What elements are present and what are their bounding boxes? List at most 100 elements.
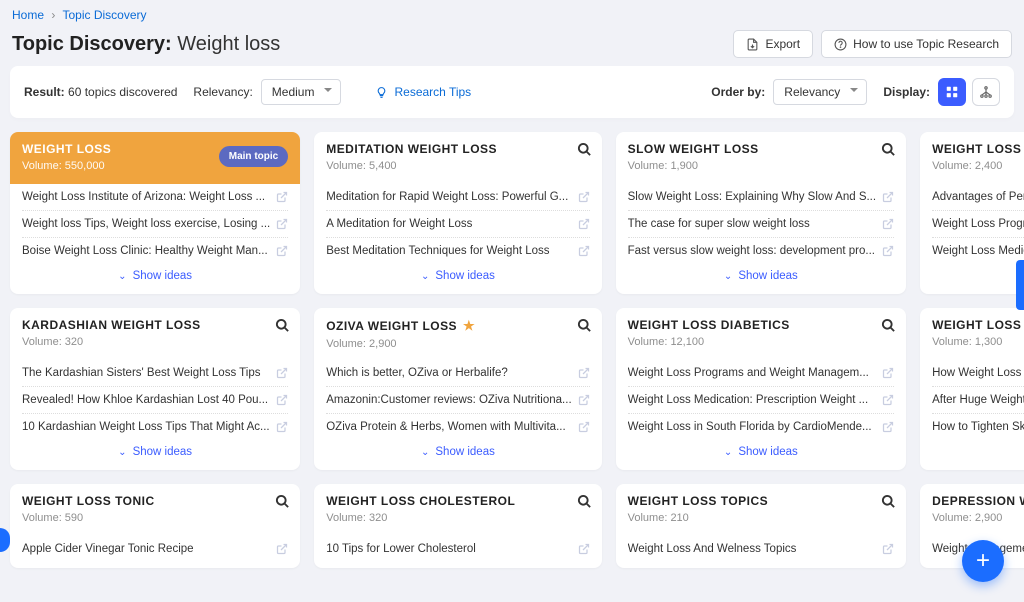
external-link-icon[interactable] xyxy=(276,421,288,433)
external-link-icon[interactable] xyxy=(882,421,894,433)
article-item[interactable]: 10 Tips for Lower Cholesterol xyxy=(326,536,589,562)
export-button[interactable]: Export xyxy=(733,30,813,58)
article-item[interactable]: A Meditation for Weight Loss xyxy=(326,211,589,238)
chevron-down-icon: ⌄ xyxy=(724,447,732,458)
article-item[interactable]: Advantages of Percent Weight Loss as a M… xyxy=(932,184,1024,211)
external-link-icon[interactable] xyxy=(882,191,894,203)
search-icon[interactable] xyxy=(577,142,592,157)
topic-card: WEIGHT LOSS TONICVolume: 590Apple Cider … xyxy=(10,484,300,568)
external-link-icon[interactable] xyxy=(578,421,590,433)
side-feedback-tab[interactable] xyxy=(1016,260,1024,310)
chevron-down-icon: ⌄ xyxy=(724,271,732,282)
article-item[interactable]: Weight Loss Programs and Weight Managem.… xyxy=(932,211,1024,238)
article-item[interactable]: Weight loss Tips, Weight loss exercise, … xyxy=(22,211,288,238)
page-title: Topic Discovery: Weight loss xyxy=(12,33,280,56)
article-item[interactable]: Slow Weight Loss: Explaining Why Slow An… xyxy=(628,184,894,211)
relevancy-select[interactable]: Medium xyxy=(261,79,342,105)
external-link-icon[interactable] xyxy=(578,218,590,230)
topic-card: KARDASHIAN WEIGHT LOSSVolume: 320The Kar… xyxy=(10,308,300,470)
search-icon[interactable] xyxy=(577,318,592,333)
external-link-icon[interactable] xyxy=(276,543,288,555)
breadcrumb-home[interactable]: Home xyxy=(12,8,44,22)
article-item[interactable]: Weight Loss in South Florida by CardioMe… xyxy=(628,414,894,440)
research-tips-link[interactable]: Research Tips xyxy=(375,85,471,99)
search-icon[interactable] xyxy=(881,318,896,333)
external-link-icon[interactable] xyxy=(578,245,590,257)
help-icon xyxy=(834,38,847,51)
export-icon xyxy=(746,38,759,51)
article-item[interactable]: OZiva Protein & Herbs, Women with Multiv… xyxy=(326,414,589,440)
show-ideas-link[interactable]: ⌄Show ideas xyxy=(920,446,1024,470)
search-icon[interactable] xyxy=(881,494,896,509)
search-icon[interactable] xyxy=(275,318,290,333)
external-link-icon[interactable] xyxy=(578,543,590,555)
topic-volume: Volume: 1,300 xyxy=(932,336,1024,348)
topic-volume: Volume: 5,400 xyxy=(326,160,589,172)
show-ideas-link[interactable]: ⌄Show ideas xyxy=(616,446,906,470)
article-item[interactable]: Apple Cider Vinegar Tonic Recipe xyxy=(22,536,288,562)
article-item[interactable]: Meditation for Rapid Weight Loss: Powerf… xyxy=(326,184,589,211)
orderby-select[interactable]: Relevancy xyxy=(773,79,867,105)
topic-title: WEIGHT LOSS SKIN xyxy=(932,318,1024,332)
article-item[interactable]: Revealed! How Khloe Kardashian Lost 40 P… xyxy=(22,387,288,414)
external-link-icon[interactable] xyxy=(882,543,894,555)
article-item[interactable]: Weight Loss Medication: Prescription Wei… xyxy=(628,387,894,414)
show-ideas-link[interactable]: ⌄Show ideas xyxy=(314,270,601,294)
show-ideas-link[interactable]: ⌄Show ideas xyxy=(616,270,906,294)
article-item[interactable]: Boise Weight Loss Clinic: Healthy Weight… xyxy=(22,238,288,264)
article-item[interactable]: How to Tighten Skin After Weight Loss xyxy=(932,414,1024,440)
external-link-icon[interactable] xyxy=(578,394,590,406)
external-link-icon[interactable] xyxy=(276,191,288,203)
external-link-icon[interactable] xyxy=(578,367,590,379)
external-link-icon[interactable] xyxy=(882,394,894,406)
article-item[interactable]: 10 Kardashian Weight Loss Tips That Migh… xyxy=(22,414,288,440)
search-icon[interactable] xyxy=(881,142,896,157)
article-item[interactable]: Amazonin:Customer reviews: OZiva Nutriti… xyxy=(326,387,589,414)
topic-title: DEPRESSION WEIGHT LOSS xyxy=(932,494,1024,508)
tree-view-button[interactable] xyxy=(972,78,1000,106)
article-item[interactable]: Weight Loss Institute of Arizona: Weight… xyxy=(22,184,288,211)
external-link-icon[interactable] xyxy=(276,367,288,379)
external-link-icon[interactable] xyxy=(276,394,288,406)
article-item[interactable]: Weight Loss And Welness Topics xyxy=(628,536,894,562)
external-link-icon[interactable] xyxy=(882,245,894,257)
article-item[interactable]: How Weight Loss Affects Your Skin xyxy=(932,360,1024,387)
topic-card: WEIGHT LOSS CHOLESTEROLVolume: 32010 Tip… xyxy=(314,484,601,568)
article-item[interactable]: Fast versus slow weight loss: developmen… xyxy=(628,238,894,264)
star-icon: ★ xyxy=(463,318,475,334)
topic-card: SLOW WEIGHT LOSS Volume: 1,900 Slow Weight… xyxy=(616,132,906,294)
topic-title: SLOW WEIGHT LOSS xyxy=(628,142,894,156)
title-prefix: Topic Discovery: xyxy=(12,33,172,55)
fab-add-button[interactable]: + xyxy=(962,540,1004,582)
topic-volume: Volume: 1,900 xyxy=(628,160,894,172)
article-item[interactable]: Best Meditation Techniques for Weight Lo… xyxy=(326,238,589,264)
external-link-icon[interactable] xyxy=(882,367,894,379)
article-item[interactable]: Which is better, OZiva or Herbalife? xyxy=(326,360,589,387)
article-item[interactable]: Weight Loss Medication: Prescription Wei… xyxy=(932,238,1024,264)
show-ideas-link[interactable]: ⌄Show ideas xyxy=(920,270,1024,294)
chevron-down-icon: ⌄ xyxy=(421,271,429,282)
external-link-icon[interactable] xyxy=(276,245,288,257)
topic-title: WEIGHT LOSS DIABETICS xyxy=(628,318,894,332)
show-ideas-link[interactable]: ⌄Show ideas xyxy=(10,446,300,470)
chevron-down-icon: ⌄ xyxy=(118,447,126,458)
search-icon[interactable] xyxy=(577,494,592,509)
grid-view-button[interactable] xyxy=(938,78,966,106)
article-item[interactable]: After Huge Weight Loss, Sagging Skin Rem… xyxy=(932,387,1024,414)
external-link-icon[interactable] xyxy=(578,191,590,203)
title-term: Weight loss xyxy=(177,33,280,55)
external-link-icon[interactable] xyxy=(276,218,288,230)
show-ideas-link[interactable]: ⌄Show ideas xyxy=(314,446,601,470)
topic-card: WEIGHT LOSS SKIN Volume: 1,300 How Weight … xyxy=(920,308,1024,470)
external-link-icon[interactable] xyxy=(882,218,894,230)
topic-volume: Volume: 2,900 xyxy=(932,512,1024,524)
howto-button[interactable]: How to use Topic Research xyxy=(821,30,1012,58)
chevron-down-icon: ⌄ xyxy=(421,447,429,458)
search-icon[interactable] xyxy=(275,494,290,509)
topic-title: OZIVA WEIGHT LOSS ★ xyxy=(326,318,589,334)
topic-card: WEIGHT LOSSVolume: 550,000Main topicWeig… xyxy=(10,132,300,294)
article-item[interactable]: The Kardashian Sisters' Best Weight Loss… xyxy=(22,360,288,387)
article-item[interactable]: Weight Loss Programs and Weight Managem.… xyxy=(628,360,894,387)
show-ideas-link[interactable]: ⌄Show ideas xyxy=(10,270,300,294)
article-item[interactable]: The case for super slow weight loss xyxy=(628,211,894,238)
